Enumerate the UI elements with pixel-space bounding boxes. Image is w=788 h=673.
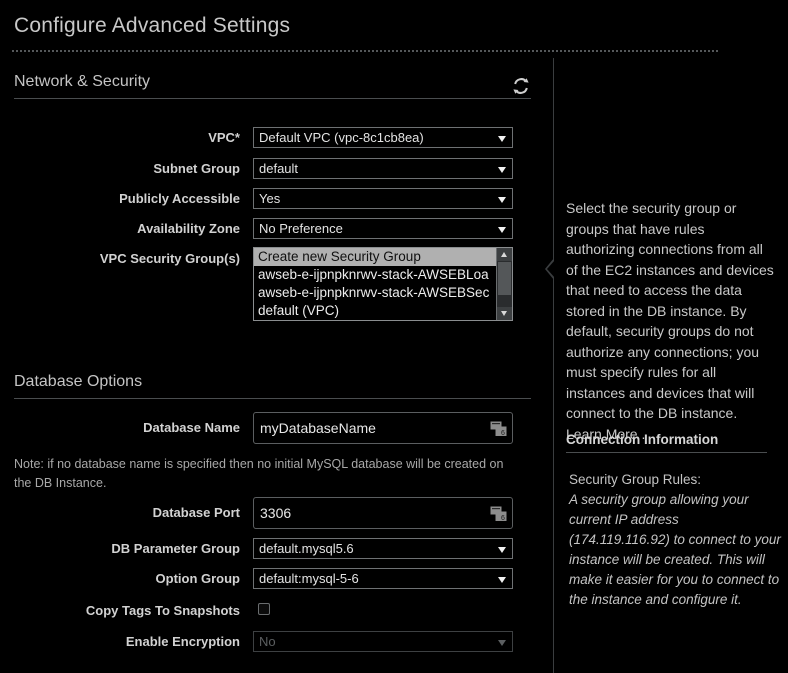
enable-encryption-select: No [253, 631, 513, 652]
panel-divider-caret-inner-icon [547, 260, 555, 278]
vpc-select[interactable]: Default VPC (vpc-8c1cb8ea) [253, 127, 513, 148]
enable-encryption-label: Enable Encryption [125, 634, 240, 649]
field-row-copy-tags-to-snapshots: Copy Tags To Snapshots [0, 600, 540, 622]
database-port-input[interactable]: 3306 6 [253, 497, 513, 529]
availability-zone-select-value: No Preference [259, 221, 343, 236]
chevron-down-icon [498, 136, 506, 142]
field-row-option-group: Option Group default:mysql-5-6 [0, 568, 540, 590]
database-port-label: Database Port [152, 505, 240, 520]
option-group-select[interactable]: default:mysql-5-6 [253, 568, 513, 589]
field-row-enable-encryption: Enable Encryption No [0, 631, 540, 653]
password-manager-icon[interactable]: 6 [490, 420, 507, 437]
database-name-label: Database Name [143, 420, 240, 435]
password-manager-icon[interactable]: 6 [490, 505, 507, 522]
security-group-rules-detail: A security group allowing your current I… [569, 492, 781, 607]
publicly-accessible-select-value: Yes [259, 191, 281, 206]
chevron-down-icon [498, 577, 506, 583]
network-security-rule [14, 98, 531, 99]
panel-divider [553, 58, 554, 673]
field-row-availability-zone: Availability Zone No Preference [0, 218, 540, 240]
scroll-down-arrow-icon[interactable] [497, 307, 512, 320]
database-options-rule [14, 398, 531, 399]
publicly-accessible-select[interactable]: Yes [253, 188, 513, 209]
network-security-heading: Network & Security [14, 73, 151, 90]
database-name-value: myDatabaseName [260, 420, 376, 436]
copy-tags-to-snapshots-label: Copy Tags To Snapshots [85, 603, 240, 618]
subnet-group-select[interactable]: default [253, 158, 513, 179]
option-group-select-value: default:mysql-5-6 [259, 571, 359, 586]
connection-information-heading: Connection Information [566, 432, 719, 447]
field-row-database-port: Database Port 3306 6 [0, 497, 540, 529]
list-item[interactable]: awseb-e-ijpnpknrwv-stack-AWSEBSec [254, 284, 512, 302]
chevron-down-icon [498, 227, 506, 233]
chevron-down-icon [498, 197, 506, 203]
security-group-rules-label: Security Group Rules: [569, 472, 702, 487]
vpc-label: VPC* [208, 130, 240, 145]
chevron-down-icon [498, 640, 506, 646]
option-group-label: Option Group [155, 571, 240, 586]
db-parameter-group-label: DB Parameter Group [111, 541, 240, 556]
list-item[interactable]: Create new Security Group [254, 248, 512, 266]
refresh-icon[interactable] [511, 76, 531, 96]
help-panel-body: Select the security group or groups that… [566, 200, 774, 421]
copy-tags-to-snapshots-checkbox[interactable] [258, 603, 270, 615]
db-parameter-group-select-value: default.mysql5.6 [259, 541, 354, 556]
database-name-input[interactable]: myDatabaseName 6 [253, 412, 513, 444]
database-name-note: Note: if no database name is specified t… [14, 457, 504, 490]
db-parameter-group-select[interactable]: default.mysql5.6 [253, 538, 513, 559]
database-options-heading: Database Options [14, 373, 143, 390]
vpc-select-value: Default VPC (vpc-8c1cb8ea) [259, 130, 424, 145]
enable-encryption-select-value: No [259, 634, 276, 649]
list-item[interactable]: default (VPC) [254, 302, 512, 320]
field-row-subnet-group: Subnet Group default [0, 158, 540, 180]
connection-information-body: Security Group Rules: A security group a… [569, 470, 781, 610]
list-item[interactable]: awseb-e-ijpnpknrwv-stack-AWSEBLoa [254, 266, 512, 284]
listbox-scrollbar[interactable] [496, 248, 512, 320]
database-port-value: 3306 [260, 505, 292, 521]
availability-zone-select[interactable]: No Preference [253, 218, 513, 239]
svg-text:6: 6 [501, 515, 505, 522]
subnet-group-select-value: default [259, 161, 299, 176]
vpc-security-groups-listbox[interactable]: Create new Security Group awseb-e-ijpnpk… [253, 247, 513, 321]
field-row-publicly-accessible: Publicly Accessible Yes [0, 188, 540, 210]
scroll-up-arrow-icon[interactable] [497, 248, 512, 261]
field-row-db-parameter-group: DB Parameter Group default.mysql5.6 [0, 538, 540, 560]
title-divider [12, 50, 718, 52]
availability-zone-label: Availability Zone [137, 221, 240, 236]
chevron-down-icon [498, 547, 506, 553]
svg-text:6: 6 [501, 430, 505, 437]
chevron-down-icon [498, 167, 506, 173]
publicly-accessible-label: Publicly Accessible [119, 191, 240, 206]
scrollbar-thumb[interactable] [498, 262, 511, 295]
connection-information-rule [566, 452, 767, 453]
field-row-database-name: Database Name myDatabaseName 6 [0, 412, 540, 444]
vpc-security-groups-label: VPC Security Group(s) [99, 251, 240, 266]
help-panel-text: Select the security group or groups that… [566, 198, 774, 444]
field-row-vpc: VPC* Default VPC (vpc-8c1cb8ea) [0, 127, 540, 149]
subnet-group-label: Subnet Group [153, 161, 240, 176]
page-title: Configure Advanced Settings [14, 14, 291, 37]
